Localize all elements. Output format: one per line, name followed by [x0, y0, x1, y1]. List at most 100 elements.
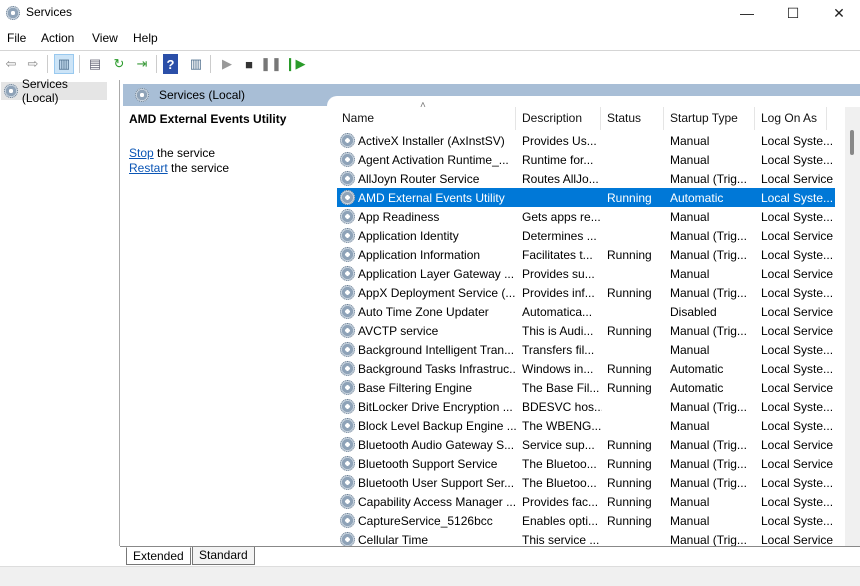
refresh-icon[interactable]: ↻: [109, 54, 129, 74]
start-service-icon[interactable]: ▶: [217, 54, 237, 74]
service-row[interactable]: Bluetooth Audio Gateway S... Service sup.…: [337, 435, 835, 454]
cell-startup-type: Manual (Trig...: [670, 172, 747, 186]
service-row[interactable]: Application Identity Determines ... Manual…: [337, 226, 835, 245]
cell-name: Auto Time Zone Updater: [358, 305, 489, 319]
service-row[interactable]: Block Level Backup Engine ... The WBENG..…: [337, 416, 835, 435]
cell-name: CaptureService_5126bcc: [358, 514, 493, 528]
cell-status: Running: [607, 495, 652, 509]
show-hide-tree-icon[interactable]: ▥: [54, 54, 74, 74]
back-icon[interactable]: ⇦: [1, 54, 21, 74]
help-icon[interactable]: ?: [163, 54, 178, 74]
services-app-icon: [6, 6, 20, 20]
cell-name: Bluetooth Audio Gateway S...: [358, 438, 515, 452]
status-bar: [0, 566, 860, 586]
service-gear-icon: [340, 247, 355, 262]
service-row[interactable]: CaptureService_5126bcc Enables opti... Run…: [337, 511, 835, 530]
restart-service-link[interactable]: Restart: [129, 161, 168, 175]
cell-log-on-as: Local Service: [761, 229, 833, 243]
service-row[interactable]: Capability Access Manager ... Provides fa…: [337, 492, 835, 511]
column-header-startup-type[interactable]: Startup Type: [668, 107, 755, 130]
cell-status: Running: [607, 476, 652, 490]
service-gear-icon: [340, 190, 355, 205]
maximize-button[interactable]: ☐: [770, 0, 816, 28]
cell-name: AllJoyn Router Service: [358, 172, 480, 186]
toolbar-separator: [210, 55, 211, 73]
service-gear-icon: [340, 209, 355, 224]
service-row[interactable]: Background Tasks Infrastruc... Windows in…: [337, 359, 835, 378]
cell-startup-type: Manual: [670, 267, 710, 281]
service-gear-icon: [340, 361, 355, 376]
service-row[interactable]: ActiveX Installer (AxInstSV) Provides Us.…: [337, 131, 835, 150]
service-row[interactable]: AVCTP service This is Audi... Running Manua…: [337, 321, 835, 340]
pause-service-icon[interactable]: ❚❚: [260, 54, 282, 74]
service-row[interactable]: App Readiness Gets apps re... Manual Local …: [337, 207, 835, 226]
cell-name: Application Information: [358, 248, 481, 262]
service-row[interactable]: Background Intelligent Tran... Transfers …: [337, 340, 835, 359]
cell-log-on-as: Local Service: [761, 533, 833, 547]
stop-service-link[interactable]: Stop: [129, 146, 154, 160]
service-gear-icon: [340, 266, 355, 281]
service-row[interactable]: Bluetooth User Support Ser... The Bluetoo…: [337, 473, 835, 492]
column-header-log-on-as[interactable]: Log On As: [759, 107, 827, 130]
column-header-status[interactable]: Status: [605, 107, 664, 130]
cell-status: Running: [607, 457, 652, 471]
link-suffix: the service: [153, 146, 216, 160]
minimize-button[interactable]: —: [724, 0, 770, 28]
scrollbar-thumb[interactable]: [850, 130, 854, 155]
cell-name: Bluetooth User Support Ser...: [358, 476, 515, 490]
menu-help[interactable]: Help: [133, 31, 158, 45]
cell-status: Running: [607, 514, 652, 528]
cell-log-on-as: Local Service: [761, 438, 833, 452]
cell-log-on-as: Local Syste...: [761, 343, 833, 357]
cell-description: The Base Fil...: [522, 381, 600, 395]
cell-startup-type: Manual: [670, 495, 710, 509]
service-row[interactable]: Agent Activation Runtime_... Runtime for.…: [337, 150, 835, 169]
restart-service-icon[interactable]: ❙▶: [285, 54, 306, 74]
service-row[interactable]: BitLocker Drive Encryption ... BDESVC hos…: [337, 397, 835, 416]
cell-startup-type: Manual: [670, 514, 710, 528]
column-header-name[interactable]: Name: [340, 107, 516, 130]
close-button[interactable]: ✕: [816, 0, 860, 28]
cell-name: Bluetooth Support Service: [358, 457, 498, 471]
cell-status: Running: [607, 438, 652, 452]
cell-log-on-as: Local Syste...: [761, 210, 833, 224]
properties-icon[interactable]: ▤: [85, 54, 105, 74]
service-row[interactable]: AMD External Events Utility Running Automa…: [337, 188, 835, 207]
service-row[interactable]: Bluetooth Support Service The Bluetoo... R…: [337, 454, 835, 473]
cell-log-on-as: Local Syste...: [761, 362, 833, 376]
service-row[interactable]: Base Filtering Engine The Base Fil... Runn…: [337, 378, 835, 397]
menu-action[interactable]: Action: [41, 31, 74, 45]
cell-startup-type: Manual: [670, 153, 710, 167]
cell-description: Windows in...: [522, 362, 594, 376]
cell-description: Routes AllJo...: [522, 172, 599, 186]
cell-description: This service ...: [522, 533, 600, 547]
cell-status: Running: [607, 286, 652, 300]
export-list-icon[interactable]: ⇥: [132, 54, 152, 74]
cell-startup-type: Manual (Trig...: [670, 286, 747, 300]
cell-description: Runtime for...: [522, 153, 594, 167]
cell-status: Running: [607, 248, 652, 262]
service-row[interactable]: Application Information Facilitates t... R…: [337, 245, 835, 264]
menu-file[interactable]: File: [7, 31, 26, 45]
tab-standard[interactable]: Standard: [192, 547, 255, 565]
vertical-scrollbar[interactable]: [845, 107, 860, 546]
show-hide-action-pane-icon[interactable]: ▥: [186, 54, 206, 74]
forward-icon[interactable]: ⇨: [23, 54, 43, 74]
services-icon: [4, 84, 18, 98]
menu-view[interactable]: View: [92, 31, 118, 45]
service-row[interactable]: Application Layer Gateway ... Provides su…: [337, 264, 835, 283]
tree-item-services-local[interactable]: Services (Local): [1, 77, 107, 105]
cell-startup-type: Manual (Trig...: [670, 400, 747, 414]
tab-extended[interactable]: Extended: [126, 547, 191, 565]
service-gear-icon: [340, 171, 355, 186]
service-row[interactable]: AllJoyn Router Service Routes AllJo... Man…: [337, 169, 835, 188]
cell-status: Running: [607, 191, 652, 205]
service-row[interactable]: Auto Time Zone Updater Automatica... Disab…: [337, 302, 835, 321]
column-header-description[interactable]: Description: [520, 107, 601, 130]
cell-log-on-as: Local Syste...: [761, 248, 833, 262]
service-row[interactable]: AppX Deployment Service (... Provides inf…: [337, 283, 835, 302]
cell-name: Cellular Time: [358, 533, 429, 547]
stop-service-icon[interactable]: ■: [239, 54, 259, 74]
cell-log-on-as: Local Service: [761, 172, 833, 186]
cell-startup-type: Automatic: [670, 381, 724, 395]
